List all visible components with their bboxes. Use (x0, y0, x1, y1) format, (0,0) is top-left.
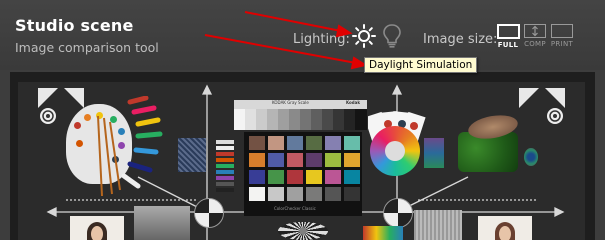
lighting-tooltip: Daylight Simulation (364, 57, 478, 73)
annotation-arrows (204, 11, 368, 70)
